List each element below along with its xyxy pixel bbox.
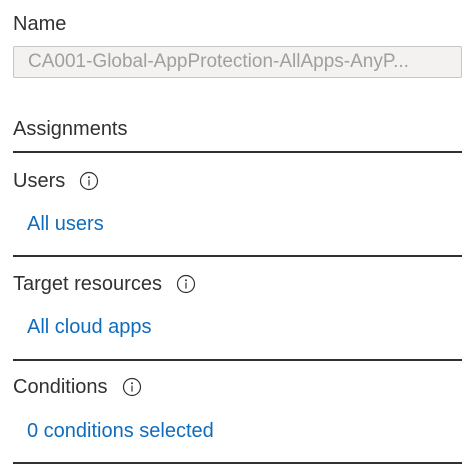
conditions-selected-link[interactable]: 0 conditions selected — [27, 418, 214, 444]
divider — [13, 462, 462, 464]
divider — [13, 359, 462, 361]
info-icon[interactable] — [122, 377, 142, 397]
info-icon[interactable] — [79, 171, 99, 191]
divider — [13, 151, 462, 153]
conditions-row-label-container: Conditions — [13, 374, 142, 400]
target-resources-row-label-container: Target resources — [13, 271, 196, 297]
policy-name-field[interactable] — [13, 46, 462, 78]
conditions-label: Conditions — [13, 376, 108, 398]
all-users-link[interactable]: All users — [27, 211, 104, 237]
assignments-heading: Assignments — [13, 118, 128, 140]
users-row-label-container: Users — [13, 168, 99, 194]
policy-name-input[interactable] — [28, 51, 455, 73]
info-icon[interactable] — [176, 274, 196, 294]
target-resources-label: Target resources — [13, 273, 162, 295]
users-label: Users — [13, 170, 66, 192]
divider — [13, 255, 462, 257]
name-label: Name — [13, 13, 67, 35]
all-cloud-apps-link[interactable]: All cloud apps — [27, 314, 152, 340]
